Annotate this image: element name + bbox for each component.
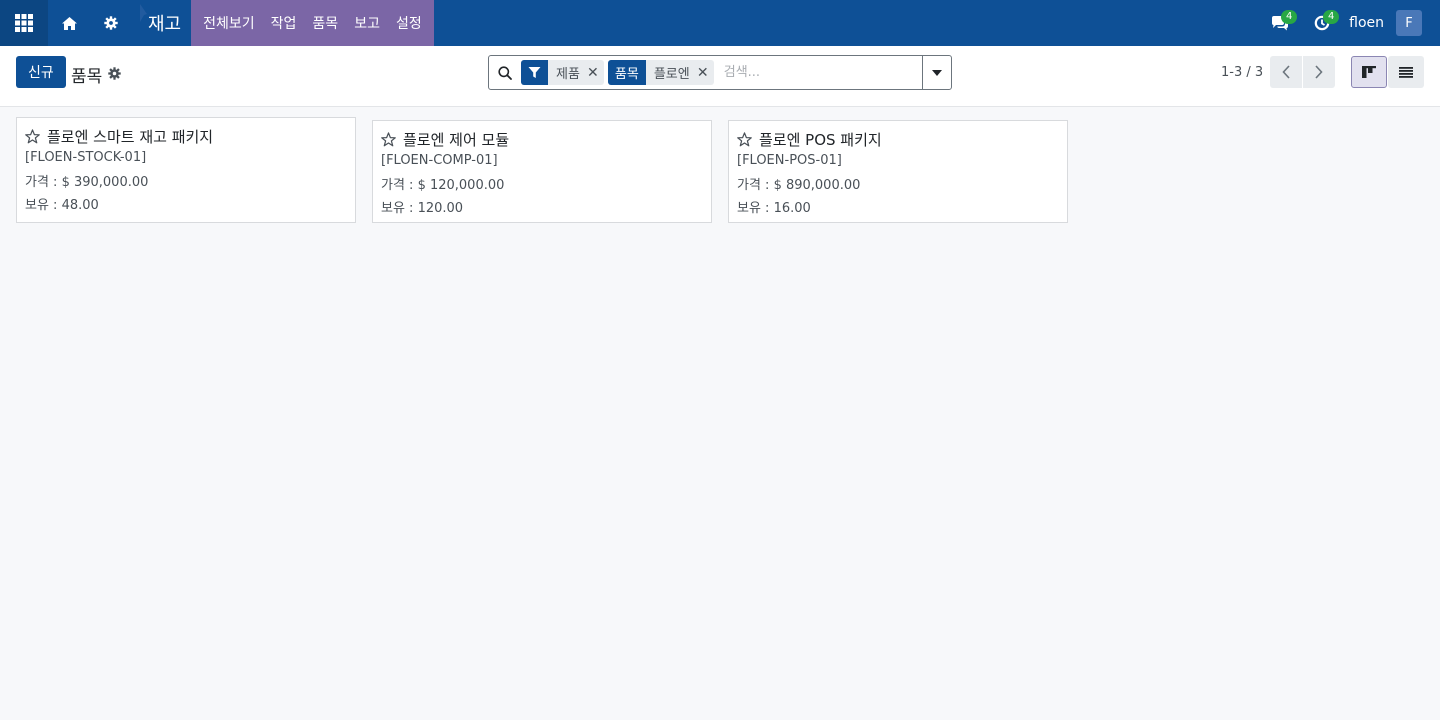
search-facet-product: 품목 플로엔 ✕: [607, 60, 714, 85]
product-price: 가격 : $ 890,000.00: [737, 178, 861, 193]
settings-button[interactable]: [90, 0, 132, 46]
activities-button[interactable]: 4: [1301, 0, 1343, 46]
activities-badge: 4: [1323, 10, 1340, 24]
menu-overview[interactable]: 전체보기: [195, 0, 263, 46]
product-card[interactable]: 플로엔 POS 패키지 [FLOEN-POS-01] 가격 : $ 890,00…: [728, 120, 1068, 223]
avatar[interactable]: F: [1396, 10, 1422, 36]
facet-value: 플로엔: [653, 67, 690, 82]
favorite-star-icon[interactable]: [737, 132, 752, 147]
menu-operations[interactable]: 작업: [263, 0, 305, 46]
grid-icon: [15, 14, 33, 32]
product-price: 가격 : $ 390,000.00: [25, 175, 149, 190]
home-button[interactable]: [48, 0, 90, 46]
card-title: 플로엔 스마트 재고 패키지: [25, 126, 347, 147]
pager-next-button[interactable]: [1303, 56, 1335, 88]
product-name: 플로엔 스마트 재고 패키지: [47, 128, 214, 146]
product-on-hand: 보유 : 120.00: [381, 201, 464, 216]
product-on-hand: 보유 : 48.00: [25, 198, 99, 213]
gear-icon: [104, 16, 118, 30]
messages-badge: 4: [1281, 10, 1298, 24]
app-name: 재고: [148, 14, 182, 35]
actions-gear-button[interactable]: [108, 65, 122, 85]
user-name[interactable]: floen: [1349, 15, 1384, 31]
search-facet-filter: 제품 ✕: [521, 60, 604, 85]
control-panel: 신규 품목 제품 ✕ 품목 플로엔 ✕ 검색... 1-3 / 3: [0, 46, 1440, 107]
home-icon: [61, 16, 77, 30]
product-card[interactable]: 플로엔 제어 모듈 [FLOEN-COMP-01] 가격 : $ 120,000…: [372, 120, 712, 223]
search-options-toggle[interactable]: [922, 56, 951, 89]
card-title: 플로엔 제어 모듈: [381, 129, 703, 150]
facet-remove-button[interactable]: ✕: [586, 60, 604, 85]
caret-down-icon: [932, 69, 942, 76]
product-card[interactable]: 플로엔 스마트 재고 패키지 [FLOEN-STOCK-01] 가격 : $ 3…: [16, 117, 356, 223]
chevron-right-icon: [1315, 65, 1323, 79]
favorite-star-icon[interactable]: [381, 132, 396, 147]
gear-icon: [108, 66, 122, 80]
menu-products[interactable]: 품목: [304, 0, 346, 46]
kanban-icon: [1362, 66, 1376, 78]
menu-reporting[interactable]: 보고: [346, 0, 388, 46]
product-name: 플로엔 제어 모듈: [403, 131, 510, 149]
brand-decoration-icon: [140, 4, 147, 22]
systray: 4 4 floen F: [1259, 0, 1440, 46]
list-icon: [1399, 66, 1413, 78]
search-bar: 제품 ✕ 품목 플로엔 ✕: [488, 55, 952, 90]
search-input[interactable]: [717, 57, 922, 88]
product-reference: [FLOEN-POS-01]: [737, 153, 842, 168]
page-title: 품목: [71, 67, 103, 87]
facet-value: 제품: [556, 67, 580, 82]
list-view-button[interactable]: [1388, 56, 1424, 88]
kanban-view-button[interactable]: [1351, 56, 1387, 88]
product-reference: [FLOEN-COMP-01]: [381, 153, 498, 168]
product-on-hand: 보유 : 16.00: [737, 201, 811, 216]
facet-remove-button[interactable]: ✕: [696, 60, 714, 85]
chevron-left-icon: [1282, 65, 1290, 79]
card-title: 플로엔 POS 패키지: [737, 129, 1059, 150]
breadcrumb: 품목: [71, 62, 122, 87]
menu-configuration[interactable]: 설정: [388, 0, 430, 46]
search-icon: [489, 65, 521, 80]
new-button[interactable]: 신규: [16, 56, 66, 88]
app-brand[interactable]: 재고: [132, 0, 191, 46]
app-menu: 전체보기 작업 품목 보고 설정: [191, 0, 434, 46]
top-navbar: 재고 전체보기 작업 품목 보고 설정 4 4 floen F: [0, 0, 1440, 46]
product-reference: [FLOEN-STOCK-01]: [25, 150, 147, 165]
favorite-star-icon[interactable]: [25, 129, 40, 144]
product-price: 가격 : $ 120,000.00: [381, 178, 505, 193]
pager-value[interactable]: 1-3 / 3: [1221, 65, 1263, 80]
pager-previous-button[interactable]: [1270, 56, 1302, 88]
apps-menu-button[interactable]: [0, 0, 48, 46]
messages-button[interactable]: 4: [1259, 0, 1301, 46]
filter-icon: [521, 60, 548, 85]
facet-category: 품목: [607, 60, 646, 85]
product-name: 플로엔 POS 패키지: [759, 131, 882, 149]
